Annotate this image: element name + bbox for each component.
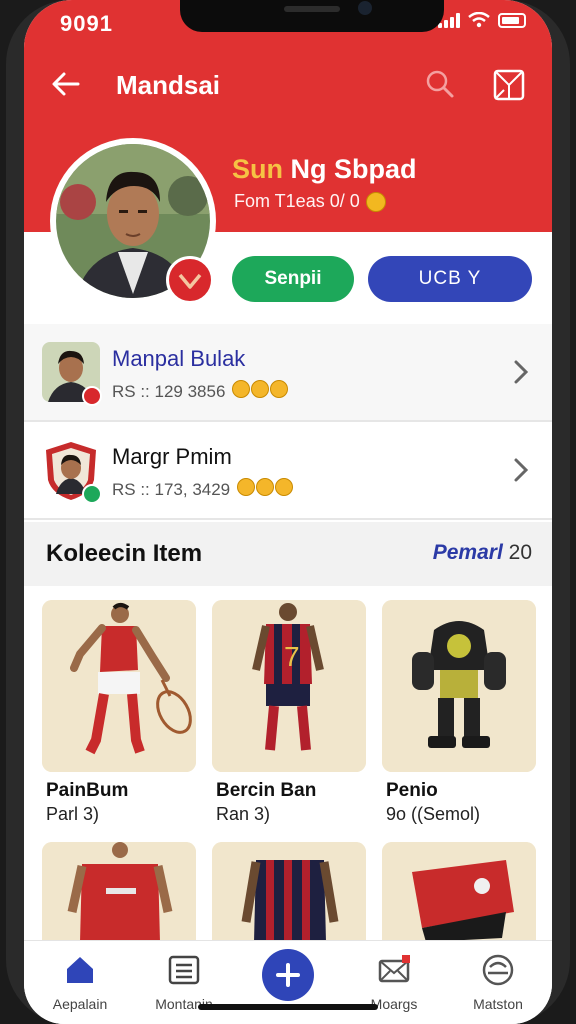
verified-badge-icon: [166, 256, 214, 304]
player-name: Margr Pmim: [112, 444, 232, 469]
card-subtitle: Ran 3): [216, 804, 271, 824]
collection-see-all[interactable]: Pemarl 20: [433, 541, 532, 565]
player-stats-text: RS :: 129 3856: [112, 381, 226, 401]
home-icon: [67, 957, 93, 983]
collection-header: Koleecin Item Pemarl 20: [24, 522, 552, 586]
coin-icon: [365, 191, 386, 212]
back-arrow-icon[interactable]: [48, 66, 84, 102]
add-icon: [276, 963, 300, 987]
notch: [180, 0, 444, 32]
card-title: PainBum: [46, 780, 129, 801]
add-button[interactable]: [262, 949, 314, 1001]
home-indicator[interactable]: [198, 1004, 378, 1010]
collection-card[interactable]: [382, 600, 536, 772]
nav-profile[interactable]: Matston: [448, 953, 548, 1012]
chevron-right-icon[interactable]: [512, 358, 530, 386]
status-time: 9091: [60, 11, 113, 36]
card-subtitle: Parl 3): [46, 804, 100, 824]
nav-home-label: Aepalain: [52, 996, 108, 1012]
green-status-icon: [82, 484, 102, 504]
collection-card[interactable]: 7: [212, 600, 366, 772]
red-status-icon: [82, 386, 102, 406]
app-title: Mandsai: [116, 70, 221, 100]
list-item[interactable]: Manpal Bulak RS :: 129 3856: [24, 324, 552, 422]
list-icon: [168, 955, 200, 985]
emoji-icons: [231, 380, 289, 403]
profile-stats-text: Fom T1eas 0/ 0: [234, 191, 360, 211]
profile-name-rest: Ng Sbpad: [283, 154, 417, 184]
profile-icon: [482, 954, 514, 986]
card-title: Penio: [386, 780, 438, 801]
profile-name-accent: Sun: [232, 154, 283, 184]
bottom-navigation: Aepalain Montanin Moargs Matston: [24, 940, 552, 1024]
chevron-right-icon[interactable]: [512, 456, 530, 484]
profile-name: Sun Ng Sbpad: [232, 154, 417, 185]
status-icons: [438, 12, 526, 28]
ucby-button[interactable]: UCB Y: [368, 256, 532, 302]
search-icon[interactable]: [424, 68, 456, 100]
nav-home[interactable]: Aepalain: [30, 953, 130, 1012]
app-screen: 9091 Mandsai Sun Ng Sbpad Fom T1eas 0/ 0…: [24, 0, 552, 1024]
card-title: Bercin Ban: [216, 780, 317, 801]
list-item[interactable]: Margr Pmim RS :: 173, 3429: [24, 422, 552, 520]
player-stats: RS :: 173, 3429: [112, 478, 294, 501]
player-list: Manpal Bulak RS :: 129 3856 Margr Pmim R…: [24, 324, 552, 520]
emoji-icons: [236, 478, 294, 501]
player-stats: RS :: 129 3856: [112, 380, 289, 403]
player-stats-text: RS :: 173, 3429: [112, 479, 231, 499]
see-all-link[interactable]: Pemarl: [433, 541, 503, 564]
striped-kit-figure-image: 7: [212, 600, 366, 772]
card-subtitle: 9o ((Semol): [386, 804, 481, 824]
player-figure-image: [42, 600, 196, 772]
player-name: Manpal Bulak: [112, 346, 246, 371]
svg-text:7: 7: [284, 641, 300, 672]
robot-armor-image: [382, 600, 536, 772]
share-icon[interactable]: [492, 68, 526, 102]
profile-stats: Fom T1eas 0/ 0: [234, 191, 386, 212]
collection-title: Koleecin Item: [46, 540, 203, 567]
collection-count: 20: [508, 541, 532, 564]
nav-profile-label: Matston: [473, 996, 523, 1012]
collection-card[interactable]: [42, 600, 196, 772]
wifi-icon: [468, 12, 490, 28]
mail-icon: [378, 955, 410, 983]
senpii-button[interactable]: Senpii: [232, 256, 354, 302]
battery-icon: [498, 13, 526, 28]
